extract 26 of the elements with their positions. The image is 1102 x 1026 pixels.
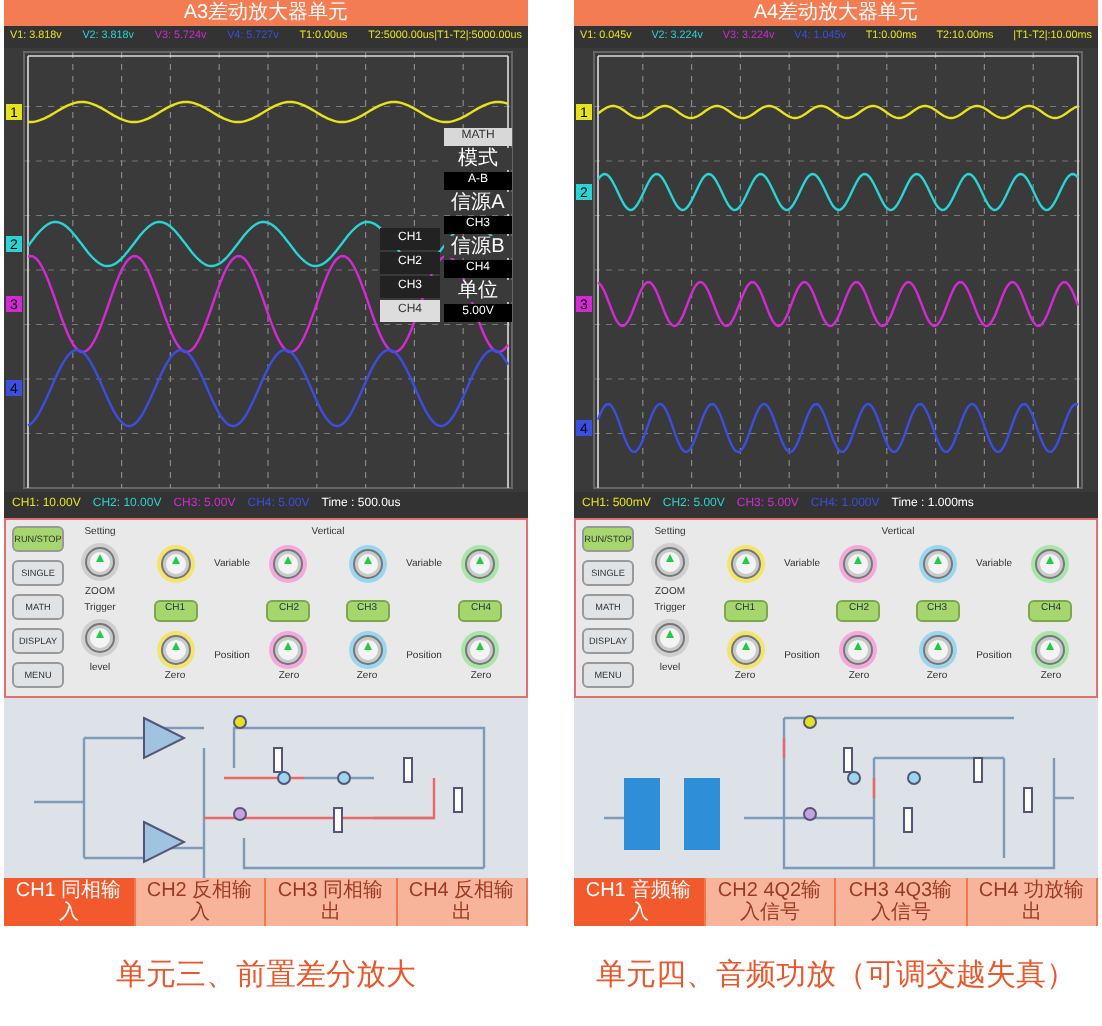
rotary-knob[interactable] (650, 542, 690, 582)
menu-label: 信源B (444, 236, 512, 258)
rotary-knob[interactable] (917, 544, 957, 584)
rotary-knob[interactable] (80, 542, 120, 582)
rotary-knob[interactable] (917, 630, 957, 670)
rotary-knob[interactable] (460, 630, 501, 670)
rotary-knob[interactable] (650, 618, 690, 658)
rotary-knob[interactable] (268, 630, 309, 670)
rotary-knob[interactable] (347, 544, 387, 584)
rotary-knob[interactable] (838, 630, 879, 670)
panel-title: A3差动放大器单元 (4, 0, 528, 26)
rotary-knob[interactable] (725, 544, 765, 584)
panel-title: A4差动放大器单元 (574, 0, 1098, 26)
rotary-knob[interactable] (155, 630, 195, 670)
rotary-knob[interactable] (838, 544, 879, 584)
rotary-knob[interactable] (725, 630, 765, 670)
caption: 单元四、音频功放（可调交越失真） (596, 956, 1076, 996)
rotary-knob[interactable] (268, 544, 309, 584)
caption: 单元三、前置差分放大 (116, 956, 416, 996)
rotary-knob[interactable] (80, 618, 120, 658)
rotary-knob[interactable] (155, 544, 195, 584)
rotary-knob[interactable] (1030, 544, 1071, 584)
rotary-knob[interactable] (1030, 630, 1071, 670)
menu-label: 模式 (444, 148, 512, 170)
rotary-knob[interactable] (347, 630, 387, 670)
rotary-knob[interactable] (460, 544, 501, 584)
